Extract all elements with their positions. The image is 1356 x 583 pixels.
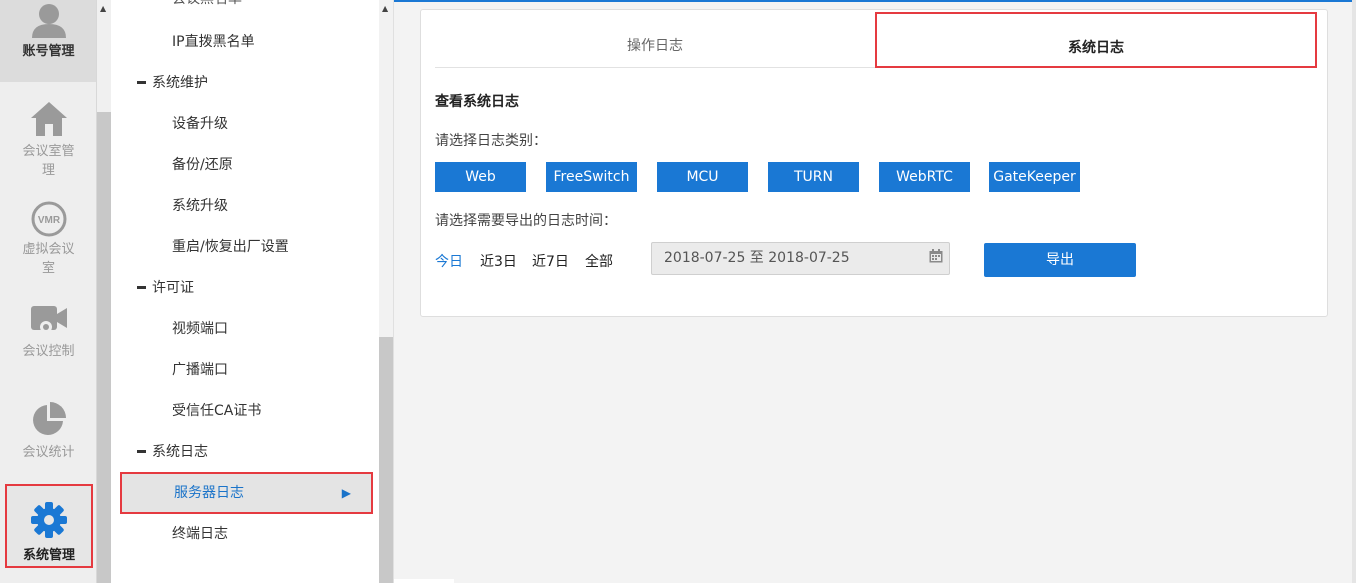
tree-group-label: 许可证 bbox=[152, 280, 194, 296]
tree-scrollbar[interactable]: ▲ bbox=[379, 0, 393, 583]
tree-item-terminal-log[interactable]: 终端日志 bbox=[111, 514, 379, 555]
range-all-link[interactable]: 全部 bbox=[585, 251, 613, 271]
range-7days-link[interactable]: 近7日 bbox=[532, 251, 569, 271]
nav-label: 账号管理 bbox=[22, 44, 75, 59]
video-gear-icon bbox=[30, 306, 67, 333]
tab-operation-log[interactable]: 操作日志 bbox=[435, 11, 875, 68]
scrollbar-thumb[interactable] bbox=[379, 337, 393, 583]
tab-bar: 操作日志 系统日志 bbox=[435, 11, 1317, 68]
collapse-dash-icon bbox=[137, 449, 146, 453]
scroll-up-arrow-icon[interactable]: ▲ bbox=[100, 4, 106, 13]
tree-item-device-upgrade[interactable]: 设备升级 bbox=[111, 104, 379, 145]
log-panel: 操作日志 系统日志 查看系统日志 请选择日志类别： Web FreeSwitch… bbox=[420, 9, 1328, 317]
icon-nav: 账号管理 会议室管理 VMR 虚拟会议室 会议控制 会议统计 系统管理 bbox=[0, 0, 97, 583]
bottom-strip bbox=[394, 579, 454, 583]
triangle-right-icon: ▶ bbox=[341, 486, 351, 500]
log-type-gatekeeper-button[interactable]: GateKeeper bbox=[989, 162, 1080, 192]
vmr-icon: VMR bbox=[31, 201, 66, 237]
nav-label: 系统管理 bbox=[22, 548, 75, 563]
top-accent-line bbox=[394, 0, 1356, 2]
nav-system-management[interactable]: 系统管理 bbox=[5, 484, 93, 568]
log-type-webrtc-button[interactable]: WebRTC bbox=[879, 162, 970, 192]
tree-group-system-maintenance[interactable]: 系统维护 bbox=[111, 63, 379, 104]
section-title: 查看系统日志 bbox=[435, 94, 519, 110]
range-3days-link[interactable]: 近3日 bbox=[480, 251, 517, 271]
nav-meeting-stats[interactable]: 会议统计 bbox=[0, 400, 96, 462]
nav-virtual-room[interactable]: VMR 虚拟会议室 bbox=[0, 200, 96, 278]
date-range-input[interactable]: 2018-07-25 至 2018-07-25 bbox=[651, 242, 950, 275]
gear-icon bbox=[31, 502, 67, 538]
date-range-value: 2018-07-25 至 2018-07-25 bbox=[664, 250, 850, 266]
export-button[interactable]: 导出 bbox=[984, 243, 1136, 277]
log-time-label: 请选择需要导出的日志时间： bbox=[435, 213, 617, 229]
log-type-label: 请选择日志类别： bbox=[435, 133, 547, 149]
log-type-turn-button[interactable]: TURN bbox=[768, 162, 859, 192]
vmr-badge: VMR bbox=[37, 215, 60, 226]
scroll-up-arrow-icon[interactable]: ▲ bbox=[382, 4, 388, 13]
log-type-mcu-button[interactable]: MCU bbox=[657, 162, 748, 192]
pie-chart-icon bbox=[32, 402, 66, 435]
nav-label: 会议统计 bbox=[22, 445, 75, 460]
calendar-icon[interactable] bbox=[929, 249, 943, 263]
window-right-edge bbox=[1352, 0, 1356, 583]
collapse-dash-icon bbox=[137, 285, 146, 289]
tree-group-label: 系统日志 bbox=[152, 444, 208, 460]
log-type-web-button[interactable]: Web bbox=[435, 162, 526, 192]
home-icon bbox=[30, 102, 67, 136]
nav-account-management[interactable]: 账号管理 bbox=[0, 0, 96, 82]
tree-item-ip-blacklist[interactable]: IP直拨黑名单 bbox=[111, 22, 379, 63]
icon-nav-scrollbar[interactable]: ▲ bbox=[97, 0, 111, 583]
log-type-freeswitch-button[interactable]: FreeSwitch bbox=[546, 162, 637, 192]
tree-item-reboot-reset[interactable]: 重启/恢复出厂设置 bbox=[111, 227, 379, 268]
tree-item-meeting-blacklist[interactable]: 会议黑名单 bbox=[111, 0, 379, 20]
tab-system-log[interactable]: 系统日志 bbox=[875, 12, 1317, 68]
nav-label: 会议室管理 bbox=[22, 144, 75, 178]
user-icon bbox=[31, 4, 66, 38]
scrollbar-thumb[interactable] bbox=[97, 112, 111, 583]
tree-item-trusted-ca[interactable]: 受信任CA证书 bbox=[111, 391, 379, 432]
nav-meeting-control[interactable]: 会议控制 bbox=[0, 300, 96, 361]
nav-label: 会议控制 bbox=[22, 344, 75, 359]
tree-group-system-log[interactable]: 系统日志 bbox=[111, 432, 379, 473]
tree-group-license[interactable]: 许可证 bbox=[111, 268, 379, 309]
collapse-dash-icon bbox=[137, 80, 146, 84]
tree-item-label: 服务器日志 bbox=[174, 485, 244, 501]
tree-item-video-ports[interactable]: 视频端口 bbox=[111, 309, 379, 350]
tree-group-label: 系统维护 bbox=[152, 75, 208, 91]
tree-item-system-upgrade[interactable]: 系统升级 bbox=[111, 186, 379, 227]
tree-item-backup-restore[interactable]: 备份/还原 bbox=[111, 145, 379, 186]
tree-item-server-log[interactable]: 服务器日志 ▶ bbox=[120, 472, 373, 514]
range-today-link[interactable]: 今日 bbox=[435, 251, 463, 271]
nav-room-management[interactable]: 会议室管理 bbox=[0, 100, 96, 180]
tree-item-broadcast-ports[interactable]: 广播端口 bbox=[111, 350, 379, 391]
nav-label: 虚拟会议室 bbox=[22, 242, 75, 276]
settings-tree-menu: 会议黑名单 IP直拨黑名单 系统维护 设备升级 备份/还原 系统升级 重启/恢复… bbox=[111, 0, 394, 583]
